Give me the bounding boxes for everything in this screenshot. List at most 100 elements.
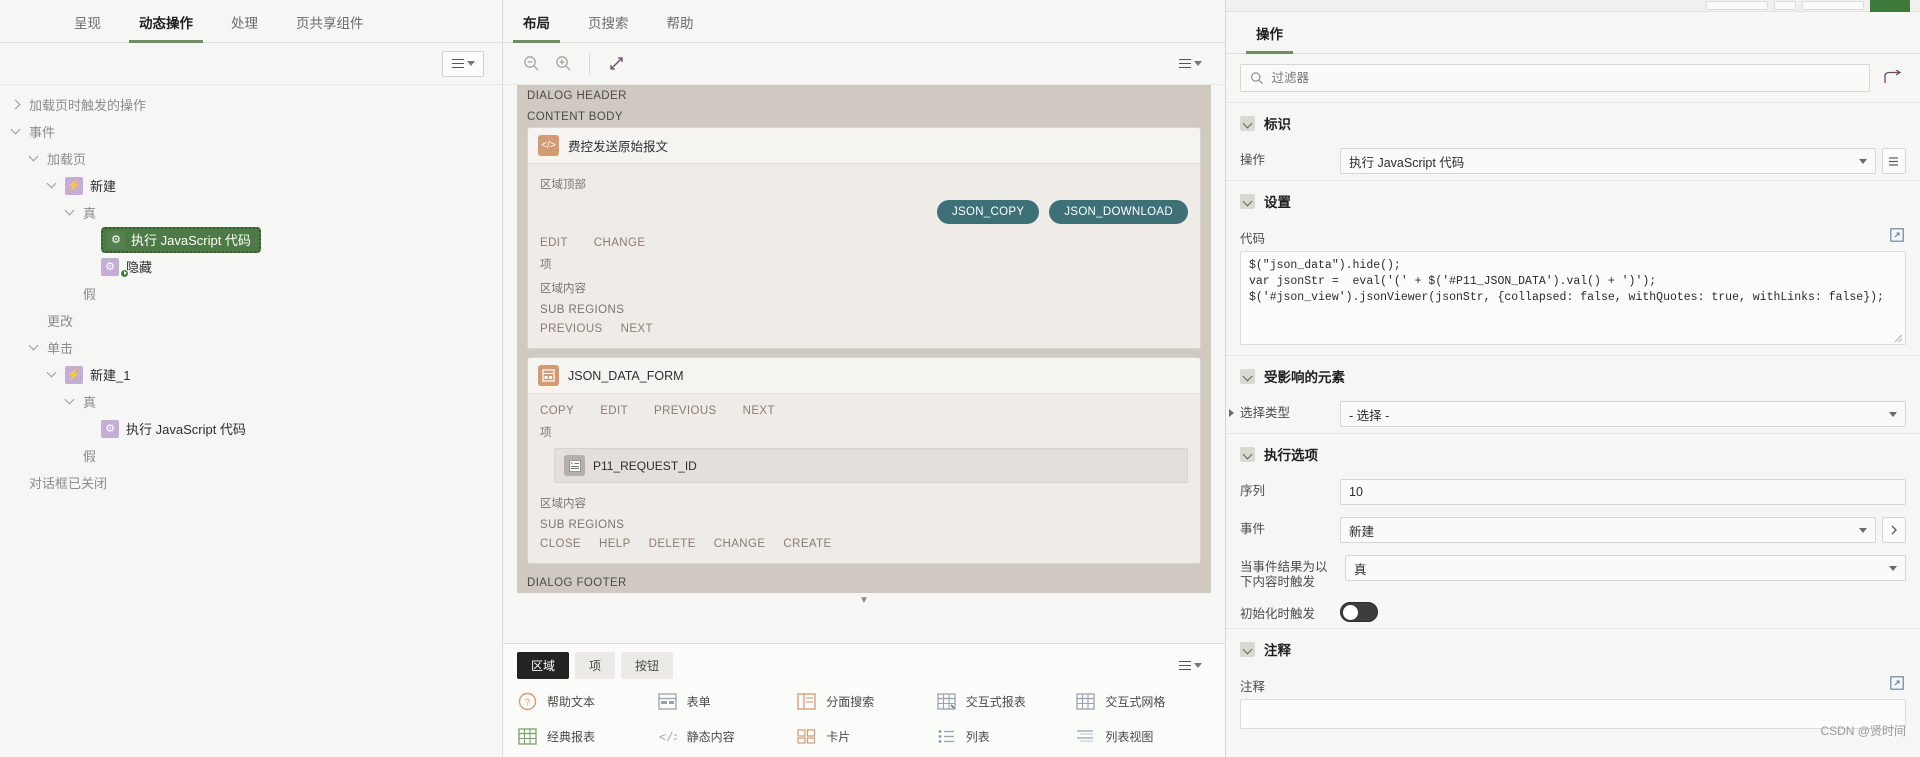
comments-textarea[interactable] [1240, 699, 1906, 729]
gallery-item[interactable]: </> 静态内容 [657, 726, 797, 747]
previous-link[interactable]: PREVIOUS [540, 323, 603, 335]
sequence-input[interactable]: 10 [1340, 479, 1906, 505]
gallery-menu-button[interactable] [1169, 653, 1211, 679]
gallery-item[interactable]: 列表 [936, 726, 1076, 747]
previous-link[interactable]: PREVIOUS [654, 405, 717, 417]
tree-node[interactable]: ⚙ 隐藏 [0, 253, 502, 280]
fire-on-init-toggle[interactable] [1340, 602, 1378, 622]
region-card[interactable]: JSON_DATA_FORM COPY EDIT PREVIOUS NEXT 项 [527, 357, 1201, 564]
tree-node[interactable]: ⚡ 新建_1 [0, 361, 502, 388]
edit-link[interactable]: EDIT [600, 405, 628, 417]
section-identification[interactable]: 标识 [1226, 103, 1920, 142]
chevron-down-icon[interactable] [1240, 641, 1255, 657]
section-comments[interactable]: 注释 [1226, 628, 1920, 668]
gallery-item[interactable]: 表单 [657, 691, 797, 712]
tree-node[interactable]: ⚡ 新建 [0, 172, 502, 199]
event-select[interactable]: 新建 [1340, 517, 1876, 543]
gallery-item[interactable]: ? 帮助文本 [517, 691, 657, 712]
selection-type-select[interactable]: - 选择 - [1340, 401, 1906, 427]
javascript-code-editor[interactable]: $("json_data").hide(); var jsonStr = eva… [1240, 251, 1906, 345]
tree-node[interactable]: 假 [0, 280, 502, 307]
tab-help[interactable]: 帮助 [655, 12, 706, 42]
gallery-item[interactable]: 卡片 [796, 726, 936, 747]
resize-grip-icon[interactable] [1893, 333, 1903, 343]
edit-link[interactable]: EDIT [540, 237, 568, 249]
strip-save-button[interactable] [1870, 0, 1910, 12]
tab-layout[interactable]: 布局 [511, 12, 562, 43]
tree-node[interactable]: 单击 [0, 334, 502, 361]
tree-node[interactable]: 加载页 [0, 145, 502, 172]
tree-node[interactable]: 真 [0, 388, 502, 415]
tree-node[interactable]: 真 [0, 199, 502, 226]
filter-input[interactable] [1271, 71, 1860, 85]
tree-node[interactable]: ⚙ 执行 JavaScript 代码 [0, 415, 502, 442]
chevron-down-icon[interactable] [46, 179, 59, 192]
change-link[interactable]: CHANGE [594, 237, 646, 249]
json-download-button[interactable]: JSON_DOWNLOAD [1049, 200, 1188, 224]
chevron-down-icon[interactable] [10, 125, 23, 138]
gallery-item[interactable]: 交互式报表 [936, 691, 1076, 712]
left-menu-button[interactable] [442, 50, 484, 77]
region-header[interactable]: JSON_DATA_FORM [528, 358, 1200, 394]
gallery-item[interactable]: 列表视图 [1075, 726, 1215, 747]
gallery-item[interactable]: 交互式网格 [1075, 691, 1215, 712]
chevron-down-icon[interactable] [1240, 446, 1255, 462]
tab-dynamic-actions[interactable]: 动态操作 [127, 12, 205, 43]
tab-render[interactable]: 呈现 [62, 12, 113, 42]
event-goto-button[interactable] [1882, 517, 1906, 543]
zoom-out-button[interactable] [517, 50, 545, 78]
action-list-button[interactable] [1882, 148, 1906, 174]
chevron-down-icon[interactable] [28, 341, 41, 354]
region-header[interactable]: </> 费控发送原始报文 [528, 128, 1200, 164]
chevron-down-icon[interactable] [64, 395, 77, 408]
chevron-down-icon[interactable] [1240, 368, 1255, 384]
zoom-in-button[interactable] [549, 50, 577, 78]
tree-node[interactable]: 对话框已关闭 [0, 469, 502, 496]
tab-processing[interactable]: 处理 [219, 12, 270, 42]
center-menu-button[interactable] [1169, 51, 1211, 77]
expand-code-icon[interactable] [1888, 226, 1906, 244]
canvas-collapse-arrow[interactable]: ▼ [503, 593, 1225, 606]
json-copy-button[interactable]: JSON_COPY [936, 200, 1040, 224]
event-result-select[interactable]: 真 [1345, 555, 1906, 581]
gallery-item[interactable]: 分面搜索 [796, 691, 936, 712]
section-execution-options[interactable]: 执行选项 [1226, 433, 1920, 473]
close-link[interactable]: CLOSE [540, 538, 581, 550]
page-item[interactable]: A P11_REQUEST_ID [554, 448, 1188, 483]
gallery-item[interactable]: 经典报表 [517, 726, 657, 747]
tree-node[interactable]: ⚙ 执行 JavaScript 代码 [0, 226, 502, 253]
tree-node[interactable]: 事件 [0, 118, 502, 145]
filter-search-box[interactable] [1240, 64, 1870, 92]
chevron-down-icon[interactable] [64, 206, 77, 219]
chevron-down-icon[interactable] [1240, 115, 1255, 131]
chevron-right-icon[interactable] [10, 98, 23, 111]
redo-button[interactable] [1880, 67, 1906, 89]
gallery-tab-regions[interactable]: 区域 [517, 652, 570, 679]
expand-note-icon[interactable] [1888, 674, 1906, 692]
tab-page-shared-components[interactable]: 页共享组件 [284, 12, 376, 42]
delete-link[interactable]: DELETE [649, 538, 696, 550]
tab-page-search[interactable]: 页搜索 [576, 12, 641, 42]
chevron-down-icon[interactable] [46, 368, 59, 381]
section-affected-elements[interactable]: 受影响的元素 [1226, 355, 1920, 395]
chevron-down-icon[interactable] [28, 152, 41, 165]
help-link[interactable]: HELP [599, 538, 631, 550]
gallery-tab-buttons[interactable]: 按钮 [621, 652, 674, 679]
tree-node[interactable]: 假 [0, 442, 502, 469]
action-select[interactable]: 执行 JavaScript 代码 [1340, 148, 1876, 174]
chevron-right-icon[interactable] [1229, 409, 1234, 417]
chevron-down-icon[interactable] [1240, 193, 1255, 209]
copy-link[interactable]: COPY [540, 405, 574, 417]
next-link[interactable]: NEXT [621, 323, 653, 335]
create-link[interactable]: CREATE [783, 538, 831, 550]
tab-action-properties[interactable]: 操作 [1244, 23, 1295, 54]
change-link[interactable]: CHANGE [714, 538, 766, 550]
tree-node-selected[interactable]: ⚙ 执行 JavaScript 代码 [101, 226, 261, 253]
tree-node[interactable]: 更改 [0, 307, 502, 334]
tree-node[interactable]: 加载页时触发的操作 [0, 91, 502, 118]
gallery-tab-items[interactable]: 项 [575, 652, 616, 679]
next-link[interactable]: NEXT [743, 405, 775, 417]
expand-button[interactable] [602, 50, 630, 78]
region-card[interactable]: </> 费控发送原始报文 区域顶部 JSON_COPY JSON_DOWNLOA… [527, 127, 1201, 349]
section-settings[interactable]: 设置 [1226, 180, 1920, 220]
